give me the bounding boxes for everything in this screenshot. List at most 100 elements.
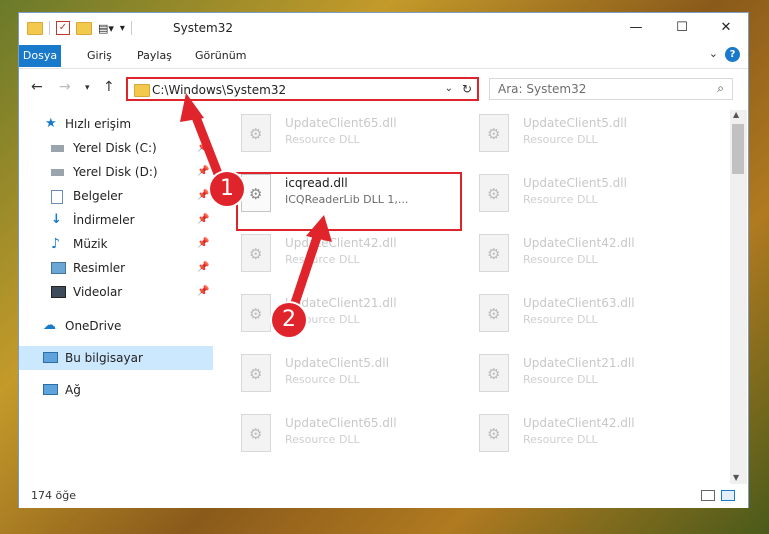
list-item[interactable]: UpdateClient21.dll Resource DLL	[475, 350, 695, 402]
file-name: UpdateClient5.dll	[523, 176, 627, 190]
toolbar-divider	[49, 21, 50, 35]
music-icon: ♪	[51, 236, 60, 252]
sidebar-item-drive-c[interactable]: Yerel Disk (C:) 📌	[19, 136, 213, 160]
sidebar-item-drive-d[interactable]: Yerel Disk (D:) 📌	[19, 160, 213, 184]
new-folder-icon[interactable]	[76, 21, 92, 35]
tab-view[interactable]: Görünüm	[185, 45, 256, 67]
chevron-down-icon[interactable]: ⌄	[445, 83, 453, 94]
file-name: UpdateClient42.dll	[523, 416, 635, 430]
dll-file-icon	[241, 354, 271, 392]
back-arrow-icon[interactable]: ←	[31, 79, 43, 95]
forward-arrow-icon[interactable]: →	[59, 79, 71, 95]
chevron-down-icon[interactable]: ⌄	[709, 47, 718, 60]
step-2-badge: 2	[272, 303, 306, 337]
ribbon-tabs: Dosya Giriş Paylaş Görünüm ⌄ ?	[19, 43, 748, 69]
downloads-icon: ↓	[51, 212, 62, 227]
tab-share[interactable]: Paylaş	[127, 45, 182, 67]
sidebar-item-label: Bu bilgisayar	[65, 351, 143, 365]
sidebar-item-label: İndirmeler	[73, 213, 135, 227]
toolbar-divider	[130, 21, 132, 35]
search-input[interactable]: Ara: System32 ⌕	[489, 78, 733, 100]
file-list: UpdateClient65.dll Resource DLL UpdateCl…	[213, 110, 730, 484]
file-description: Resource DLL	[523, 373, 598, 386]
scroll-up-icon[interactable]: ▲	[733, 110, 739, 119]
pin-icon[interactable]: 📌	[197, 136, 209, 160]
file-description: Resource DLL	[523, 193, 598, 206]
scrollbar-thumb[interactable]	[732, 124, 744, 174]
file-description: Resource DLL	[523, 133, 598, 146]
pin-icon[interactable]: 📌	[197, 184, 209, 208]
list-item[interactable]: UpdateClient65.dll Resource DLL	[237, 410, 457, 462]
sidebar-item-onedrive[interactable]: ☁ OneDrive	[19, 314, 213, 338]
address-bar[interactable]: C:\Windows\System32 ⌄ ↻	[126, 77, 479, 101]
maximize-button[interactable]: ☐	[659, 13, 705, 43]
pin-icon[interactable]: 📌	[197, 160, 209, 184]
dll-file-icon	[241, 234, 271, 272]
file-name: UpdateClient42.dll	[285, 236, 397, 250]
file-name: UpdateClient5.dll	[285, 356, 389, 370]
sidebar-item-downloads[interactable]: ↓ İndirmeler 📌	[19, 208, 213, 232]
sidebar-item-label: OneDrive	[65, 319, 122, 333]
dll-file-icon	[479, 354, 509, 392]
folder-icon[interactable]	[27, 21, 43, 35]
close-button[interactable]: ✕	[703, 13, 749, 43]
pictures-icon	[51, 262, 66, 274]
pin-icon[interactable]: 📌	[197, 256, 209, 280]
dll-file-icon	[241, 294, 271, 332]
file-name: UpdateClient5.dll	[523, 116, 627, 130]
quick-access-toolbar: ✓ ▤▾ ▾	[27, 21, 132, 35]
sidebar-item-label: Yerel Disk (C:)	[73, 141, 157, 155]
file-description: Resource DLL	[285, 373, 360, 386]
tab-home[interactable]: Giriş	[77, 45, 122, 67]
drive-icon	[51, 169, 64, 176]
list-item[interactable]: UpdateClient63.dll Resource DLL	[475, 290, 695, 342]
sidebar-item-this-pc[interactable]: Bu bilgisayar	[19, 346, 213, 370]
customize-toolbar-icon[interactable]: ▤▾	[98, 22, 114, 35]
refresh-icon[interactable]: ↻	[462, 82, 472, 96]
sidebar-item-music[interactable]: ♪ Müzik 📌	[19, 232, 213, 256]
sidebar-item-pictures[interactable]: Resimler 📌	[19, 256, 213, 280]
file-description: Resource DLL	[523, 313, 598, 326]
help-icon[interactable]: ?	[725, 47, 740, 62]
list-item[interactable]: UpdateClient5.dll Resource DLL	[475, 170, 695, 222]
sidebar-item-label: Resimler	[73, 261, 126, 275]
list-item[interactable]: UpdateClient42.dll Resource DLL	[475, 410, 695, 462]
dll-file-icon	[479, 414, 509, 452]
details-view-icon[interactable]	[701, 490, 715, 501]
address-path[interactable]: C:\Windows\System32	[152, 83, 286, 97]
vertical-scrollbar[interactable]: ▲ ▼	[730, 110, 747, 484]
up-arrow-icon[interactable]: ↑	[103, 79, 115, 95]
sidebar-item-label: Yerel Disk (D:)	[73, 165, 158, 179]
file-name: UpdateClient42.dll	[523, 236, 635, 250]
file-description: Resource DLL	[523, 433, 598, 446]
sidebar-item-network[interactable]: Ağ	[19, 378, 213, 402]
list-item[interactable]: UpdateClient65.dll Resource DLL	[237, 110, 457, 162]
toolbar-dropdown-icon[interactable]: ▾	[120, 23, 125, 34]
search-icon[interactable]: ⌕	[717, 81, 724, 96]
pin-icon[interactable]: 📌	[197, 208, 209, 232]
list-item[interactable]: UpdateClient5.dll Resource DLL	[475, 110, 695, 162]
sidebar-item-label: Videolar	[73, 285, 123, 299]
list-item[interactable]: UpdateClient42.dll Resource DLL	[475, 230, 695, 282]
list-item[interactable]: UpdateClient21.dll Resource DLL	[237, 290, 457, 342]
sidebar-item-documents[interactable]: Belgeler 📌	[19, 184, 213, 208]
list-item[interactable]: UpdateClient5.dll Resource DLL	[237, 350, 457, 402]
properties-icon[interactable]: ✓	[56, 21, 70, 35]
recent-locations-icon[interactable]: ▾	[85, 83, 90, 93]
cloud-icon: ☁	[43, 318, 56, 333]
tab-file[interactable]: Dosya	[19, 45, 61, 67]
explorer-window: ✓ ▤▾ ▾ System32 — ☐ ✕ Dosya Giriş Paylaş…	[18, 12, 749, 508]
dll-file-icon	[241, 114, 271, 152]
scroll-down-icon[interactable]: ▼	[733, 473, 739, 482]
sidebar-item-quick-access[interactable]: ★ Hızlı erişim	[19, 112, 213, 136]
minimize-button[interactable]: —	[613, 13, 659, 43]
network-icon	[43, 384, 58, 395]
large-icons-view-icon[interactable]	[721, 490, 735, 501]
pin-icon[interactable]: 📌	[197, 280, 209, 304]
sidebar-item-videos[interactable]: Videolar 📌	[19, 280, 213, 304]
pin-icon[interactable]: 📌	[197, 232, 209, 256]
list-item[interactable]: UpdateClient42.dll Resource DLL	[237, 230, 457, 282]
dll-file-icon	[479, 114, 509, 152]
sidebar-item-label: Müzik	[73, 237, 108, 251]
search-placeholder: Ara: System32	[498, 82, 587, 96]
